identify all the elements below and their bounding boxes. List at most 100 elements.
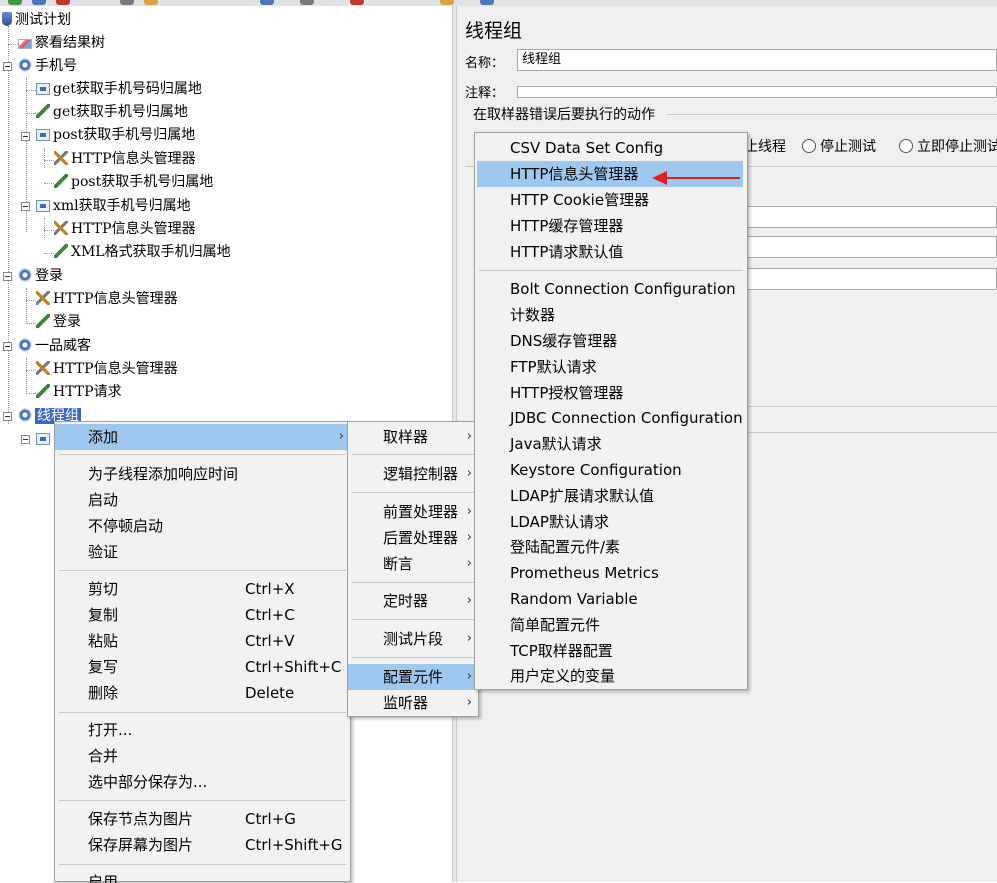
menu-item-open[interactable]: 打开...	[55, 717, 350, 743]
loop-count-input[interactable]	[747, 268, 997, 290]
pen-sampler-icon	[54, 174, 68, 188]
menu-item-save-screen-image[interactable]: 保存屏幕为图片 Ctrl+Shift+G	[55, 832, 350, 858]
radio-button-icon[interactable]	[899, 139, 913, 153]
config-item-login-config[interactable]: 登陆配置元件/素	[475, 534, 747, 560]
config-item-keystore[interactable]: Keystore Configuration	[475, 457, 747, 483]
chevron-right-icon: ›	[466, 556, 472, 571]
submenu-item-logic-controller[interactable]: 逻辑控制器 ›	[348, 461, 478, 487]
tree-node-thread-group-login[interactable]: 登录	[18, 265, 63, 287]
menu-item-paste[interactable]: 粘贴 Ctrl+V	[55, 628, 350, 654]
config-item-prometheus-metrics[interactable]: Prometheus Metrics	[475, 560, 747, 586]
tree-node-sampler[interactable]: XML格式获取手机归属地	[54, 241, 231, 263]
config-item-user-defined-variables[interactable]: 用户定义的变量	[475, 663, 747, 689]
chevron-right-icon: ›	[466, 669, 472, 684]
tree-node-thread-group-phone[interactable]: 手机号	[18, 55, 77, 77]
radio-stop-now[interactable]: 立即停止测试	[899, 136, 997, 156]
config-item-simple-config[interactable]: 简单配置元件	[475, 612, 747, 638]
tree-node-sampler[interactable]: post获取手机号归属地	[54, 171, 213, 193]
tree-node-header-manager[interactable]: HTTP信息头管理器	[36, 358, 178, 380]
tree-node-view-results-tree[interactable]: 察看结果树	[18, 32, 105, 54]
expander-icon[interactable]	[3, 412, 12, 421]
config-item-counter[interactable]: 计数器	[475, 302, 747, 328]
config-item-bolt-connection[interactable]: Bolt Connection Configuration	[475, 276, 747, 302]
config-item-dns-cache-manager[interactable]: DNS缓存管理器	[475, 328, 747, 354]
submenu-item-config-element[interactable]: 配置元件 ›	[348, 664, 478, 690]
tree-node-hidden-child[interactable]	[36, 428, 53, 450]
submenu-item-timer[interactable]: 定时器 ›	[348, 588, 478, 614]
submenu-item-pre-processor[interactable]: 前置处理器 ›	[348, 499, 478, 525]
menu-item-start-no-pause[interactable]: 不停顿启动	[55, 513, 350, 539]
menu-item-cut[interactable]: 剪切 Ctrl+X	[55, 576, 350, 602]
thread-group-gear-icon	[18, 268, 32, 282]
page-title: 线程组	[465, 20, 523, 42]
tree-node-header-manager[interactable]: HTTP信息头管理器	[54, 218, 196, 240]
menu-item-copy[interactable]: 复制 Ctrl+C	[55, 602, 350, 628]
name-label: 名称：	[465, 56, 505, 71]
menu-item-validate[interactable]: 验证	[55, 539, 350, 565]
config-item-ldap-request-defaults[interactable]: LDAP默认请求	[475, 509, 747, 535]
tree-node-sampler[interactable]: get获取手机号码归属地	[36, 78, 202, 100]
toolbar-clear-icon[interactable]	[440, 0, 454, 5]
toolbar-toggle-icon[interactable]	[300, 0, 314, 5]
tree-node-sampler[interactable]: HTTP请求	[36, 381, 122, 403]
toolbar-stop-icon[interactable]	[350, 0, 364, 5]
menu-item-enable[interactable]: 启用	[55, 869, 350, 883]
config-item-http-cookie-manager[interactable]: HTTP Cookie管理器	[475, 187, 747, 213]
expander-icon[interactable]	[3, 342, 12, 351]
expander-icon[interactable]	[21, 132, 30, 141]
config-item-jdbc-connection[interactable]: JDBC Connection Configuration	[475, 405, 747, 431]
config-item-random-variable[interactable]: Random Variable	[475, 586, 747, 612]
expander-icon[interactable]	[21, 202, 30, 211]
tree-node-thread-group-epwk[interactable]: 一品威客	[18, 335, 91, 357]
toolbar-new-icon[interactable]	[8, 0, 22, 5]
toolbar-copy-icon[interactable]	[144, 0, 158, 5]
toolbar-save-icon[interactable]	[56, 0, 70, 5]
menu-item-delete[interactable]: 删除 Delete	[55, 680, 350, 706]
tree-node-sampler[interactable]: get获取手机号归属地	[36, 101, 188, 123]
pen-sampler-icon	[36, 384, 50, 398]
submenu-item-test-fragment[interactable]: 测试片段 ›	[348, 626, 478, 652]
submenu-item-assertion[interactable]: 断言 ›	[348, 551, 478, 577]
toolbar-open-icon[interactable]	[32, 0, 46, 5]
config-item-ldap-extended-defaults[interactable]: LDAP扩展请求默认值	[475, 483, 747, 509]
toolbar-help-icon[interactable]	[480, 0, 494, 5]
radio-stop-thread[interactable]: 止线程	[744, 136, 786, 156]
comment-input[interactable]	[517, 86, 997, 98]
thread-count-input[interactable]	[747, 206, 997, 228]
menu-item-add-response-time[interactable]: 为子线程添加响应时间	[55, 461, 350, 487]
ramp-up-input[interactable]	[747, 236, 997, 258]
tree-node-header-manager[interactable]: HTTP信息头管理器	[36, 288, 178, 310]
expander-icon[interactable]	[3, 62, 12, 71]
config-item-http-cache-manager[interactable]: HTTP缓存管理器	[475, 213, 747, 239]
submenu-item-sampler[interactable]: 取样器 ›	[348, 424, 478, 450]
submenu-item-listener[interactable]: 监听器 ›	[348, 690, 478, 716]
submenu-item-post-processor[interactable]: 后置处理器 ›	[348, 525, 478, 551]
config-item-ftp-request-defaults[interactable]: FTP默认请求	[475, 354, 747, 380]
toolbar-expand-icon[interactable]	[260, 0, 274, 5]
expander-icon[interactable]	[3, 272, 12, 281]
name-input[interactable]: 线程组	[517, 49, 997, 71]
config-item-http-header-manager[interactable]: HTTP信息头管理器	[477, 161, 743, 187]
expander-icon[interactable]	[21, 435, 30, 444]
menu-item-merge[interactable]: 合并	[55, 743, 350, 769]
tree-node-sampler[interactable]: xml获取手机号归属地	[36, 195, 191, 217]
config-item-tcp-sampler-config[interactable]: TCP取样器配置	[475, 638, 747, 664]
tree-node-sampler[interactable]: 登录	[36, 311, 81, 333]
radio-stop-test[interactable]: 停止测试	[802, 136, 876, 156]
menu-item-add[interactable]: 添加 ›	[55, 424, 350, 450]
radio-button-icon[interactable]	[802, 139, 816, 153]
menu-item-start[interactable]: 启动	[55, 487, 350, 513]
toolbar-cut-icon[interactable]	[120, 0, 134, 5]
config-item-http-auth-manager[interactable]: HTTP授权管理器	[475, 380, 747, 406]
tree-node-test-plan[interactable]: 测试计划	[2, 9, 71, 31]
config-item-http-request-defaults[interactable]: HTTP请求默认值	[475, 239, 747, 265]
config-item-csv-data-set[interactable]: CSV Data Set Config	[475, 135, 747, 161]
chevron-right-icon: ›	[338, 429, 344, 444]
tree-node-header-manager[interactable]: HTTP信息头管理器	[54, 148, 196, 170]
config-item-java-request-defaults[interactable]: Java默认请求	[475, 431, 747, 457]
menu-item-save-selection-as[interactable]: 选中部分保存为...	[55, 769, 350, 795]
menu-item-save-node-image[interactable]: 保存节点为图片 Ctrl+G	[55, 806, 350, 832]
menu-item-duplicate[interactable]: 复写 Ctrl+Shift+C	[55, 654, 350, 680]
http-sampler-icon	[36, 200, 50, 212]
tree-node-sampler[interactable]: post获取手机号归属地	[36, 124, 195, 146]
